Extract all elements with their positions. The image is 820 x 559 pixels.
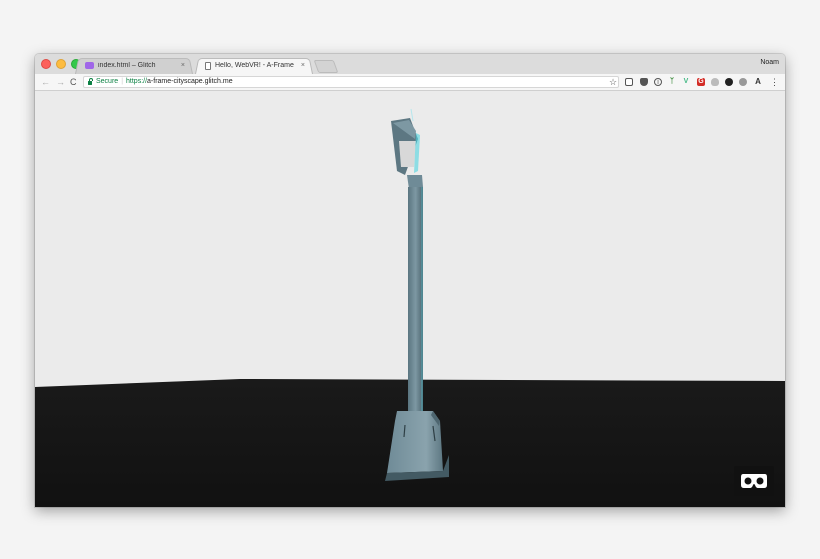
address-bar[interactable]: Secure | https://a-frame-cityscape.glitc… [83,76,619,88]
omnibox-separator: | [121,78,124,85]
enter-vr-button[interactable] [734,466,774,496]
onepassword-icon[interactable]: i [654,78,662,86]
cloud-icon[interactable] [711,78,719,86]
pocket-icon[interactable] [640,78,648,86]
tab-aframe[interactable]: Hello, WebVR! - A-Frame × [195,57,313,74]
back-button[interactable]: ← [41,76,50,88]
ghostery-icon[interactable] [739,78,747,86]
security-label: Secure [96,78,119,85]
vue-devtools-icon[interactable]: V [682,78,690,86]
url-scheme: https:// [126,78,148,85]
lock-icon [88,78,93,85]
tab-close-button[interactable]: × [301,62,305,69]
url-host: a-frame-cityscape.glitch.me [147,78,233,85]
minimize-window-button[interactable] [56,59,66,69]
vr-goggles-icon [741,474,767,488]
font-icon[interactable]: A [754,78,762,86]
new-tab-button[interactable] [313,60,339,73]
cast-icon[interactable] [625,78,633,86]
tab-title: index.html – Glitch [98,62,156,69]
profile-name[interactable]: Noam [760,59,779,66]
close-window-button[interactable] [41,59,51,69]
plant-icon[interactable]: ᛉ [668,78,676,86]
forward-button[interactable]: → [56,76,65,88]
tab-glitch[interactable]: index.html – Glitch × [75,57,193,74]
glitch-icon [85,62,94,69]
page-icon [205,61,211,70]
lastpass-icon[interactable]: G [697,78,705,86]
tab-title: Hello, WebVR! - A-Frame [215,62,294,69]
tab-close-button[interactable]: × [181,62,185,69]
webvr-scene-viewport[interactable] [35,91,785,507]
chrome-menu-button[interactable]: ⋮ [770,77,779,87]
browser-window: index.html – Glitch × Hello, WebVR! - A-… [35,54,785,507]
tab-strip: index.html – Glitch × Hello, WebVR! - A-… [35,54,785,74]
dark-circle-icon[interactable] [725,78,733,86]
browser-toolbar: ← → C Secure | https://a-frame-cityscape… [35,74,785,91]
aframe-scene[interactable] [35,91,785,507]
lamp-glass [399,141,416,167]
reload-button[interactable]: C [70,76,77,88]
bookmark-star-icon[interactable]: ☆ [609,76,617,88]
